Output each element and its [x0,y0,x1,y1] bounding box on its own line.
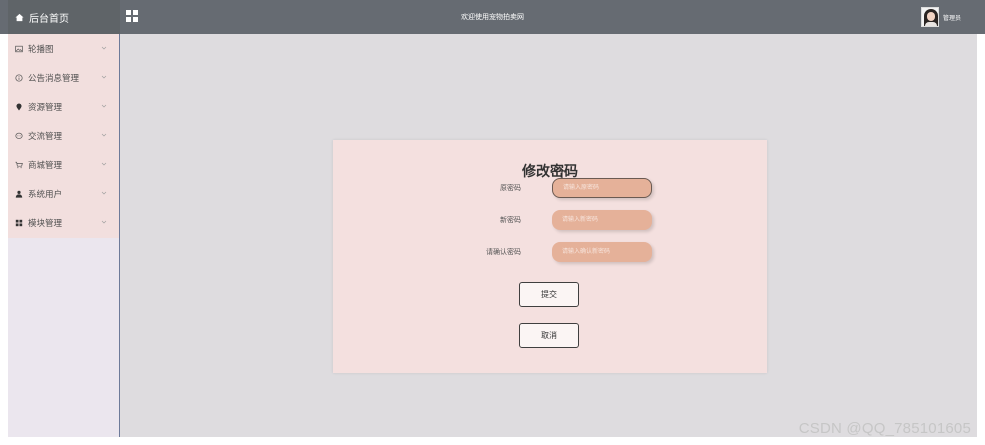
home-link-label: 后台首页 [29,13,69,25]
confirm-password-label: 请确认密码 [486,249,521,256]
chevron-down-icon [101,220,107,224]
app: 后台首页 欢迎使用宠物拍卖网 管理员 轮播图 公告消息管理 资源管理 交流管理 … [0,0,985,437]
grid-icon-cell [133,10,138,15]
info-circle-icon [14,73,24,83]
sidebar-item-mall[interactable]: 商城管理 [8,150,119,179]
change-password-card: 修改密码 原密码 新密码 请确认密码 提交 取消 [333,140,767,373]
sidebar-item-label: 公告消息管理 [28,72,80,83]
new-password-label: 新密码 [500,217,521,224]
chevron-down-icon [101,191,107,195]
sidebar-item-announcements[interactable]: 公告消息管理 [8,63,119,92]
site-title: 欢迎使用宠物拍卖网 [461,14,524,21]
sidebar-item-label: 系统用户 [28,188,63,199]
image-icon [14,44,24,54]
submit-button[interactable]: 提交 [519,282,579,307]
location-pin-icon [14,102,24,112]
sidebar-item-label: 模块管理 [28,217,63,228]
confirm-password-input[interactable] [552,242,652,262]
user-menu[interactable]: 管理员 [920,7,961,27]
user-icon [14,189,24,199]
sidebar-item-system-users[interactable]: 系统用户 [8,179,119,208]
sidebar-item-resources[interactable]: 资源管理 [8,92,119,121]
old-password-label: 原密码 [500,185,521,192]
cart-icon [14,160,24,170]
grid-icon [14,218,24,228]
chevron-down-icon [101,104,107,108]
grid-icon-cell [126,17,131,22]
sidebar-menu: 轮播图 公告消息管理 资源管理 交流管理 商城管理 系统用户 模块管理 [8,34,119,238]
top-bar: 后台首页 欢迎使用宠物拍卖网 管理员 [0,0,985,34]
main-content: 修改密码 原密码 新密码 请确认密码 提交 取消 [120,34,977,437]
new-password-input[interactable] [552,210,652,230]
grid-icon-cell [133,17,138,22]
sidebar-item-label: 资源管理 [28,101,63,112]
sidebar-item-modules[interactable]: 模块管理 [8,208,119,237]
sidebar-item-label: 交流管理 [28,130,63,141]
chat-bubble-icon [14,131,24,141]
sidebar: 轮播图 公告消息管理 资源管理 交流管理 商城管理 系统用户 模块管理 [8,34,120,437]
sidebar-item-label: 商城管理 [28,159,63,170]
watermark: CSDN @QQ_785101605 [798,420,971,437]
chevron-down-icon [101,133,107,137]
chevron-down-icon [101,162,107,166]
form-row-confirm-password: 请确认密码 [333,242,767,262]
form-row-new-password: 新密码 [333,210,767,230]
sidebar-toggle-button[interactable] [126,10,138,22]
sidebar-item-label: 轮播图 [28,43,54,54]
chevron-down-icon [101,46,107,50]
home-icon [15,13,24,21]
sidebar-item-communication[interactable]: 交流管理 [8,121,119,150]
chevron-down-icon [101,75,107,79]
home-link[interactable]: 后台首页 [8,0,120,34]
sidebar-item-carousel[interactable]: 轮播图 [8,34,119,63]
form-row-old-password: 原密码 [333,178,767,198]
cancel-button[interactable]: 取消 [519,323,579,348]
old-password-input[interactable] [552,178,652,198]
avatar[interactable] [920,7,939,27]
grid-icon-cell [126,10,131,15]
user-name: 管理员 [942,15,961,22]
